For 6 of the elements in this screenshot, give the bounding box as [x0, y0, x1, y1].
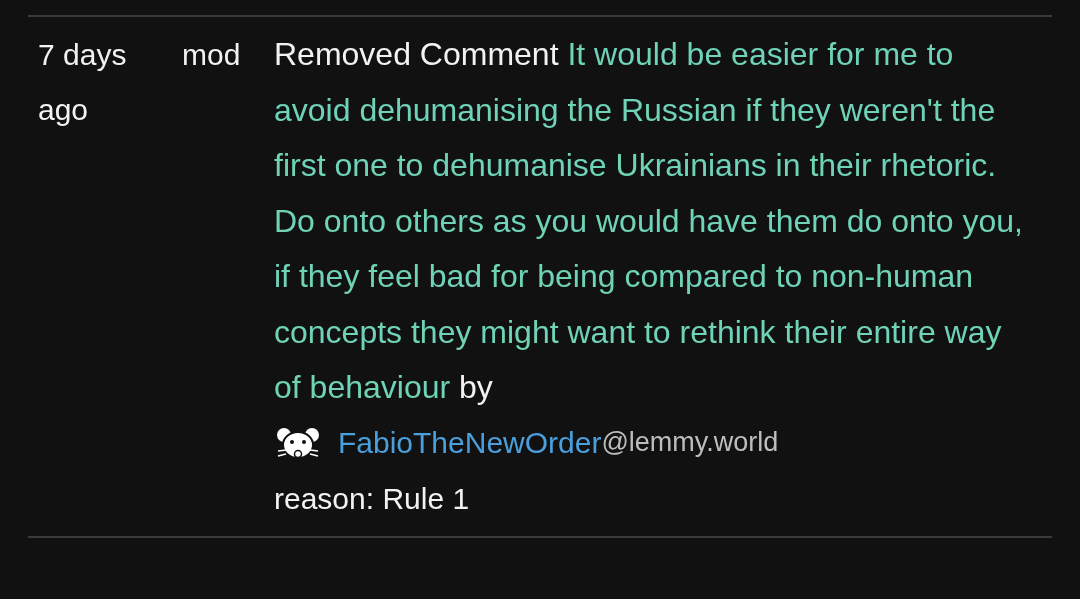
- username-link[interactable]: FabioTheNewOrder: [338, 415, 602, 471]
- time-ago: 7 days ago: [38, 37, 128, 128]
- moderator-label: mod: [182, 37, 242, 73]
- reason-text: reason: Rule 1: [274, 480, 471, 517]
- mod-log-entry-text: Removed Comment It would be easier for me to avoid dehumanising the Russian if they weren't the first one to dehumanise Ukrainians in their rhetoric. Do onto others as you would have them do onto you, if they feel bad for being compared to non-human concepts they might want to rethink their entire way of behaviour by: [274, 35, 1024, 407]
- instance-label: @lemmy.world: [601, 426, 779, 460]
